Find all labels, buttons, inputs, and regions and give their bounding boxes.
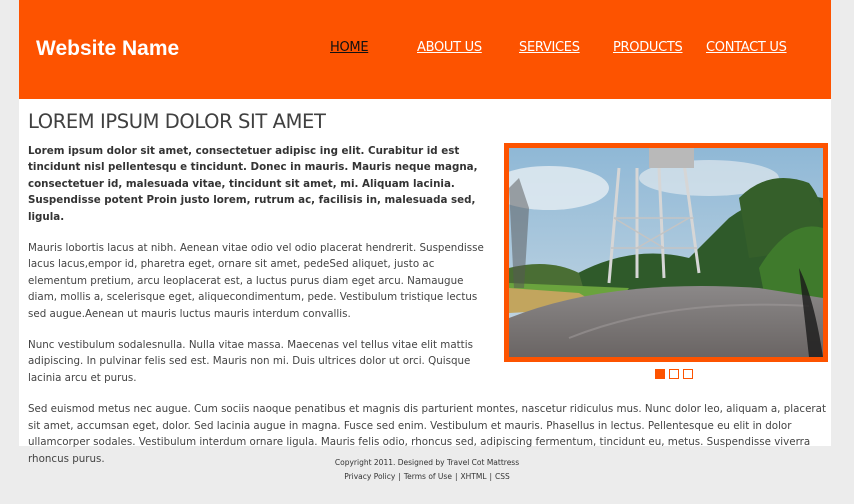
slide-dot-2[interactable] (669, 369, 679, 379)
nav-services[interactable]: SERVICES (519, 40, 580, 55)
footer-link-css[interactable]: CSS (495, 472, 510, 481)
footer-link-xhtml[interactable]: XHTML (460, 472, 486, 481)
site-header: Website Name HOME ABOUT US SERVICES PROD… (19, 0, 831, 99)
footer-link-privacy-policy[interactable]: Privacy Policy (344, 472, 395, 481)
page-container: Website Name HOME ABOUT US SERVICES PROD… (19, 0, 831, 465)
nav-home[interactable]: HOME (330, 40, 369, 55)
slide-dot-1[interactable] (655, 369, 665, 379)
nav-products[interactable]: PRODUCTS (613, 40, 683, 55)
slide-dot-3[interactable] (683, 369, 693, 379)
nav-contact-us[interactable]: CONTACT US (706, 40, 787, 55)
footer-separator: | (398, 472, 401, 481)
footer-separator: | (454, 472, 458, 481)
nav-about-us[interactable]: ABOUT US (417, 40, 482, 55)
footer-separator: | (489, 472, 493, 481)
footer-link-terms-of-use[interactable]: Terms of Use (404, 472, 452, 481)
footer-links: Privacy Policy | Terms of Use | XHTML | CSS (0, 470, 854, 484)
slider-pagination (504, 362, 828, 386)
site-logo[interactable]: Website Name (36, 37, 179, 61)
site-footer: Copyright 2011. Designed by Travel Cot M… (0, 456, 854, 484)
image-slider (504, 143, 828, 386)
main-content: Lorem ipsum dolor sit amet, consectetuer… (28, 143, 828, 482)
copyright-text: Copyright 2011. Designed by Travel Cot M… (334, 458, 520, 467)
page-title: LOREM IPSUM DOLOR SIT AMET (28, 110, 326, 133)
slider-frame[interactable] (504, 143, 828, 362)
road-photo-icon (509, 148, 823, 357)
